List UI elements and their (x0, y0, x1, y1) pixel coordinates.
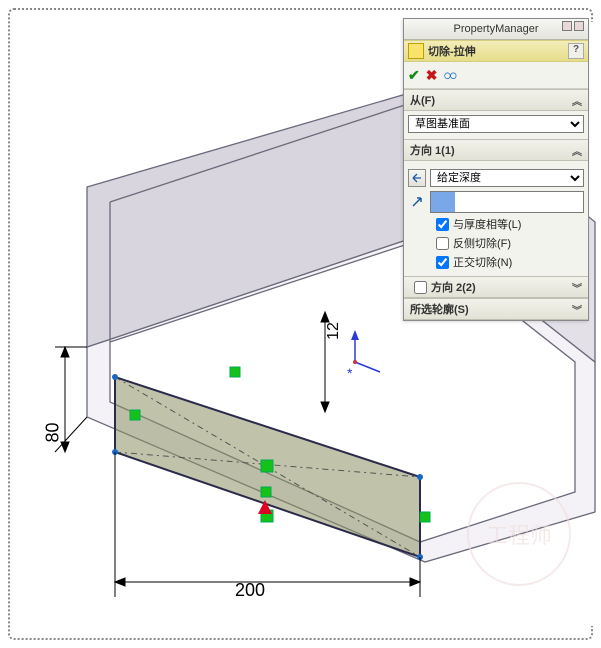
link-thickness-label: 与厚度相等(L) (453, 216, 521, 232)
property-manager-panel: PropertyManager 切除-拉伸 ? ✔ ✖ ၀၀ 从(F) ︽ 草图… (403, 18, 589, 321)
section-dir1-label: 方向 1(1) (410, 142, 455, 158)
reverse-direction-button[interactable] (408, 169, 426, 187)
svg-text:*: * (347, 365, 353, 381)
section-contours-header[interactable]: 所选轮廓(S) ︾ (404, 298, 588, 320)
preview-button[interactable]: ၀၀ (443, 65, 455, 86)
normal-cut-checkbox[interactable] (436, 256, 449, 269)
confirm-row: ✔ ✖ ၀၀ (404, 62, 588, 89)
section-dir1-header[interactable]: 方向 1(1) ︽ (404, 139, 588, 161)
flip-side-checkbox[interactable] (436, 237, 449, 250)
link-thickness-checkbox[interactable] (436, 218, 449, 231)
section-from-body: 草图基准面 (404, 111, 588, 139)
section-dir2-label: 方向 2(2) (431, 279, 476, 295)
depth-selection-highlight (431, 192, 455, 212)
chevron-up-icon: ︽ (572, 93, 582, 108)
cancel-button[interactable]: ✖ (426, 67, 438, 84)
feature-header: 切除-拉伸 ? (404, 40, 588, 62)
end-condition-select[interactable]: 给定深度 (430, 169, 584, 187)
feature-name: 切除-拉伸 (428, 43, 476, 59)
section-from-header[interactable]: 从(F) ︽ (404, 89, 588, 111)
dimension-height: 80 (43, 422, 64, 442)
section-dir2-header[interactable]: 方向 2(2) ︾ (404, 276, 588, 298)
section-from-label: 从(F) (410, 92, 435, 108)
link-thickness-row[interactable]: 与厚度相等(L) (436, 216, 584, 232)
section-contours-label: 所选轮廓(S) (410, 301, 469, 317)
depth-input[interactable] (455, 192, 583, 212)
chevron-down-icon: ︾ (572, 280, 582, 295)
chevron-up-icon: ︽ (572, 143, 582, 158)
chevron-down-icon: ︾ (572, 302, 582, 317)
dir2-enable-checkbox[interactable] (414, 281, 427, 294)
flip-side-row[interactable]: 反侧切除(F) (436, 235, 584, 251)
dimension-width: 200 (235, 580, 265, 601)
pm-title-bar: PropertyManager (404, 19, 588, 40)
watermark: 工程师 (467, 482, 571, 586)
normal-cut-row[interactable]: 正交切除(N) (436, 254, 584, 270)
ok-button[interactable]: ✔ (408, 67, 420, 84)
normal-cut-label: 正交切除(N) (453, 254, 512, 270)
pm-pin-buttons[interactable] (562, 21, 584, 31)
cut-extrude-icon (408, 43, 424, 59)
from-plane-select[interactable]: 草图基准面 (408, 115, 584, 133)
direction-arrow-icon (408, 193, 426, 211)
depth-field[interactable] (430, 191, 584, 213)
section-dir1-body: 给定深度 与厚度相等(L) 反侧切除(F) 正交切除(N) (404, 161, 588, 276)
pm-title-text: PropertyManager (454, 23, 539, 35)
dimension-offset: 12 (325, 322, 343, 340)
help-button[interactable]: ? (568, 43, 584, 59)
flip-side-label: 反侧切除(F) (453, 235, 511, 251)
